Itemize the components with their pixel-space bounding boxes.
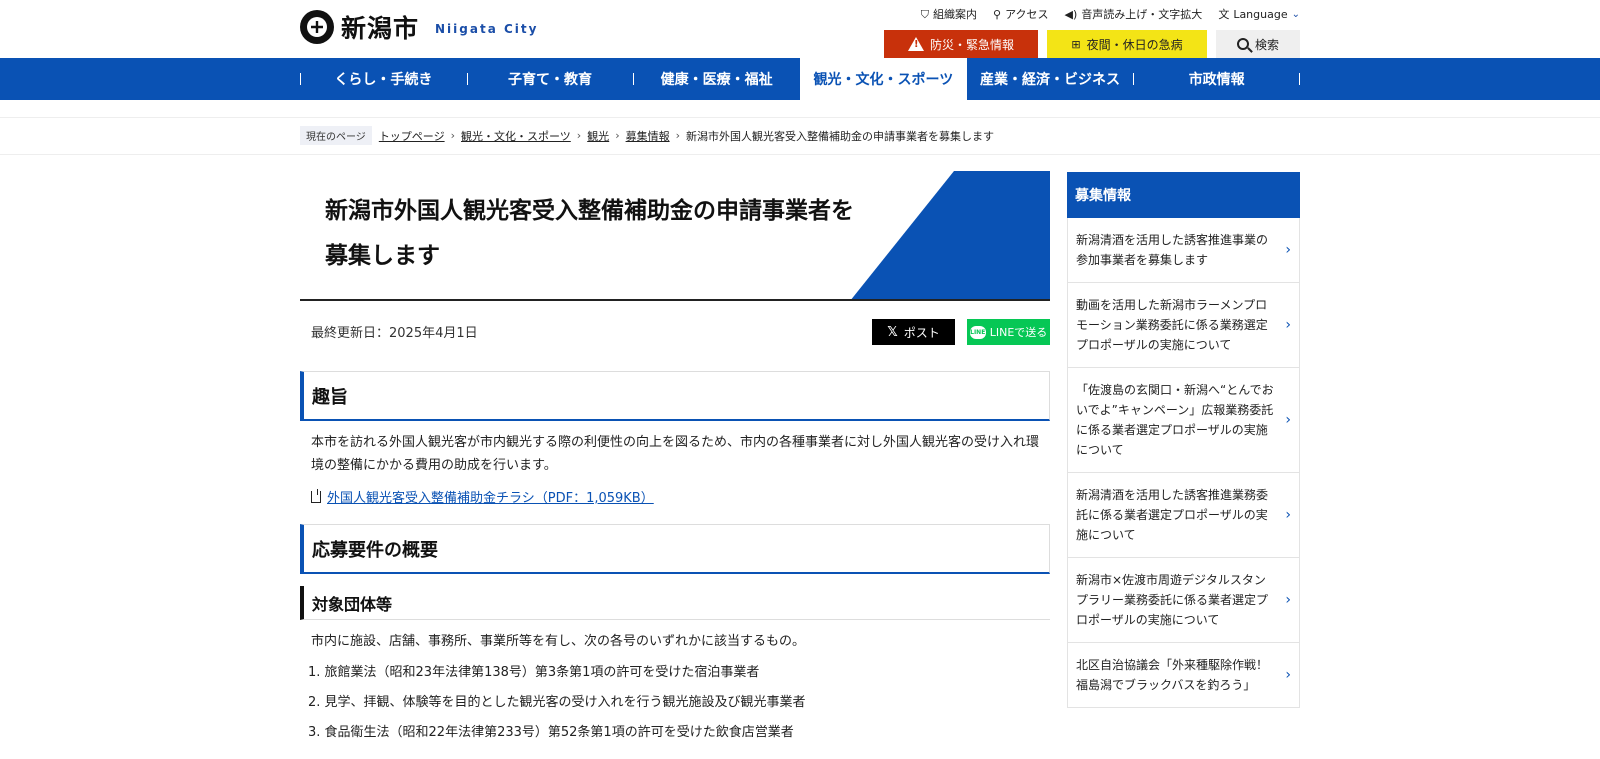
- sidebar-item[interactable]: 動画を活用した新潟市ラーメンプロモーション業務委託に係る業務選定プロポーザルの実…: [1067, 283, 1300, 368]
- chevron-right-icon: ›: [1285, 592, 1291, 608]
- chevron-right-icon: ›: [1285, 667, 1291, 683]
- chevron-right-icon: ›: [675, 129, 680, 142]
- util-language-label: Language: [1233, 7, 1288, 21]
- sidebar-item[interactable]: 新潟清酒を活用した誘客推進業務委託に係る業者選定プロポーザルの実施について ›: [1067, 473, 1300, 558]
- chevron-right-icon: ›: [615, 129, 620, 142]
- eligible-list: 1. 旅館業法（昭和23年法律第138号）第3条第1項の許可を受けた宿泊事業者 …: [308, 663, 1050, 743]
- gnav-item-health[interactable]: 健康・医療・福祉: [633, 58, 800, 100]
- breadcrumb-link-tourism[interactable]: 観光: [587, 128, 609, 144]
- file-link-row: 外国人観光客受入整備補助金チラシ（PDF：1,059KB）: [311, 487, 1039, 506]
- util-org-label: 組織案内: [933, 8, 978, 21]
- global-nav: くらし・手続き 子育て・教育 健康・医療・福祉 観光・文化・スポーツ 産業・経済…: [300, 58, 1300, 100]
- chevron-down-icon: ⌄: [1291, 8, 1300, 20]
- section-heading-purpose: 趣旨: [300, 371, 1050, 421]
- util-access-label: アクセス: [1005, 8, 1049, 21]
- chevron-right-icon: ›: [1285, 507, 1291, 523]
- util-speech-label: 音声読み上げ・文字拡大: [1081, 8, 1203, 21]
- breadcrumb-bar: 現在のページ トップページ › 観光・文化・スポーツ › 観光 › 募集情報 ›…: [0, 117, 1600, 155]
- org-chart-icon: ⛉: [920, 7, 930, 21]
- line-logo-icon: LINE: [969, 325, 986, 339]
- gnav-item-living[interactable]: くらし・手続き: [300, 58, 467, 100]
- share-line-label: LINEで送る: [989, 326, 1048, 339]
- chevron-right-icon: ›: [1285, 242, 1291, 258]
- speaker-icon: ◀): [1064, 7, 1078, 21]
- util-language-link[interactable]: 文 Language ⌄: [1218, 6, 1300, 22]
- emergency-info-button[interactable]: 防災・緊急情報: [884, 30, 1038, 58]
- sidebar-heading: 募集情報: [1067, 172, 1300, 218]
- page-meta: 最終更新日：2025年4月1日 𝕏 ポスト LINE LINEで送る: [300, 301, 1050, 359]
- sidebar-item[interactable]: 「佐渡島の玄関口・新潟へ“とんでおいでよ”キャンペーン」広報業務委託に係る業者選…: [1067, 368, 1300, 473]
- night-holiday-button[interactable]: ⊞ 夜間・休日の急病: [1047, 30, 1207, 58]
- breadcrumb: 現在のページ トップページ › 観光・文化・スポーツ › 観光 › 募集情報 ›…: [300, 126, 994, 145]
- sidebar-item[interactable]: 新潟清酒を活用した誘客推進事業の参加事業者を募集します ›: [1067, 218, 1300, 283]
- emergency-label: 防災・緊急情報: [929, 37, 1014, 52]
- sidebar-item-label: 新潟市×佐渡市周遊デジタルスタンプラリー業務委託に係る業者選定プロポーザルの実施…: [1076, 573, 1269, 627]
- sidebar-item-label: 「佐渡島の玄関口・新潟へ“とんでおいでよ”キャンペーン」広報業務委託に係る業者選…: [1076, 383, 1274, 457]
- last-updated: 最終更新日：2025年4月1日: [311, 326, 478, 341]
- util-access-link[interactable]: ⚲ アクセス: [993, 6, 1049, 22]
- title-decoration: [850, 171, 1050, 299]
- section-heading-requirements: 応募要件の概要: [300, 524, 1050, 574]
- breadcrumb-link-tourism-culture[interactable]: 観光・文化・スポーツ: [461, 128, 571, 144]
- gnav-item-tourism[interactable]: 観光・文化・スポーツ: [800, 58, 967, 100]
- gnav-item-city-admin[interactable]: 市政情報: [1133, 58, 1300, 100]
- city-emblem-icon: [300, 10, 334, 44]
- site-header: 新潟市 Niigata City ⛉ 組織案内 ⚲ アクセス ◀) 音声読み上げ…: [0, 0, 1600, 58]
- search-button[interactable]: 検索: [1216, 30, 1300, 58]
- sidebar-item-label: 新潟清酒を活用した誘客推進事業の参加事業者を募集します: [1076, 233, 1269, 267]
- sidebar-item-label: 動画を活用した新潟市ラーメンプロモーション業務委託に係る業務選定プロポーザルの実…: [1076, 298, 1268, 352]
- x-logo-icon: 𝕏: [887, 324, 898, 340]
- sidebar-item[interactable]: 新潟市×佐渡市周遊デジタルスタンプラリー業務委託に係る業者選定プロポーザルの実施…: [1067, 558, 1300, 643]
- download-icon: [311, 488, 321, 503]
- util-org-link[interactable]: ⛉ 組織案内: [921, 6, 977, 22]
- breadcrumb-link-recruitment[interactable]: 募集情報: [626, 128, 670, 144]
- logo-subtitle: Niigata City: [435, 22, 539, 36]
- map-pin-icon: ⚲: [993, 7, 1002, 21]
- list-item: 3. 食品衛生法（昭和22年法律第233号）第52条第1項の許可を受けた飲食店営…: [308, 725, 794, 740]
- share-line-button[interactable]: LINE LINEで送る: [967, 319, 1050, 345]
- page-title-box: 新潟市外国人観光客受入整備補助金の申請事業者を募集します: [300, 171, 1050, 301]
- eligible-text: 市内に施設、店舗、事務所、事業所等を有し、次の各号のいずれかに該当するもの。: [311, 634, 806, 649]
- list-item: 2. 見学、拝観、体験等を目的とした観光客の受け入れを行う観光施設及び観光事業者: [308, 695, 806, 710]
- purpose-text: 本市を訪れる外国人観光客が市内観光する際の利便性の向上を図るため、市内の各種事業…: [311, 435, 1040, 473]
- medical-icon: ⊞: [1071, 37, 1081, 51]
- main-content: 新潟市外国人観光客受入整備補助金の申請事業者を募集します 最終更新日：2025年…: [300, 171, 1050, 743]
- util-speech-link[interactable]: ◀) 音声読み上げ・文字拡大: [1065, 6, 1203, 22]
- chevron-right-icon: ›: [576, 129, 582, 142]
- sidebar-item[interactable]: 北区自治協議会「外来種駆除作戦！福島潟でブラックバスを釣ろう」 ›: [1067, 643, 1300, 708]
- logo-name: 新潟市: [341, 14, 420, 43]
- sidebar-item-label: 北区自治協議会「外来種駆除作戦！福島潟でブラックバスを釣ろう」: [1076, 658, 1269, 692]
- section-heading-eligible: 対象団体等: [300, 586, 1050, 620]
- chevron-right-icon: ›: [1285, 317, 1291, 333]
- breadcrumb-current-label: 現在のページ: [300, 126, 372, 145]
- chevron-right-icon: ›: [1285, 412, 1291, 428]
- chevron-right-icon: ›: [450, 129, 455, 142]
- breadcrumb-link-top[interactable]: トップページ: [379, 128, 445, 144]
- gnav-item-childcare[interactable]: 子育て・教育: [466, 58, 634, 100]
- share-x-label: ポスト: [903, 325, 940, 340]
- pdf-flyer-link[interactable]: 外国人観光客受入整備補助金チラシ（PDF：1,059KB）: [327, 487, 654, 506]
- search-icon: [1236, 38, 1249, 50]
- list-item: 1. 旅館業法（昭和23年法律第138号）第3条第1項の許可を受けた宿泊事業者: [308, 665, 760, 680]
- night-label: 夜間・休日の急病: [1086, 37, 1183, 52]
- share-x-button[interactable]: 𝕏 ポスト: [872, 319, 955, 345]
- translate-icon: 文: [1218, 7, 1230, 21]
- warning-icon: [907, 37, 924, 51]
- search-label: 検索: [1254, 37, 1279, 52]
- utility-links: ⛉ 組織案内 ⚲ アクセス ◀) 音声読み上げ・文字拡大 文 Language …: [921, 6, 1300, 22]
- site-logo[interactable]: 新潟市 Niigata City: [300, 9, 538, 45]
- sidebar: 募集情報 新潟清酒を活用した誘客推進事業の参加事業者を募集します › 動画を活用…: [1067, 172, 1300, 708]
- breadcrumb-current-page: 新潟市外国人観光客受入整備補助金の申請事業者を募集します: [686, 129, 994, 143]
- page-title: 新潟市外国人観光客受入整備補助金の申請事業者を募集します: [325, 198, 854, 269]
- header-buttons: 防災・緊急情報 ⊞ 夜間・休日の急病 検索: [884, 30, 1300, 58]
- sidebar-item-label: 新潟清酒を活用した誘客推進業務委託に係る業者選定プロポーザルの実施について: [1076, 488, 1269, 542]
- gnav-item-industry[interactable]: 産業・経済・ビジネス: [967, 58, 1134, 100]
